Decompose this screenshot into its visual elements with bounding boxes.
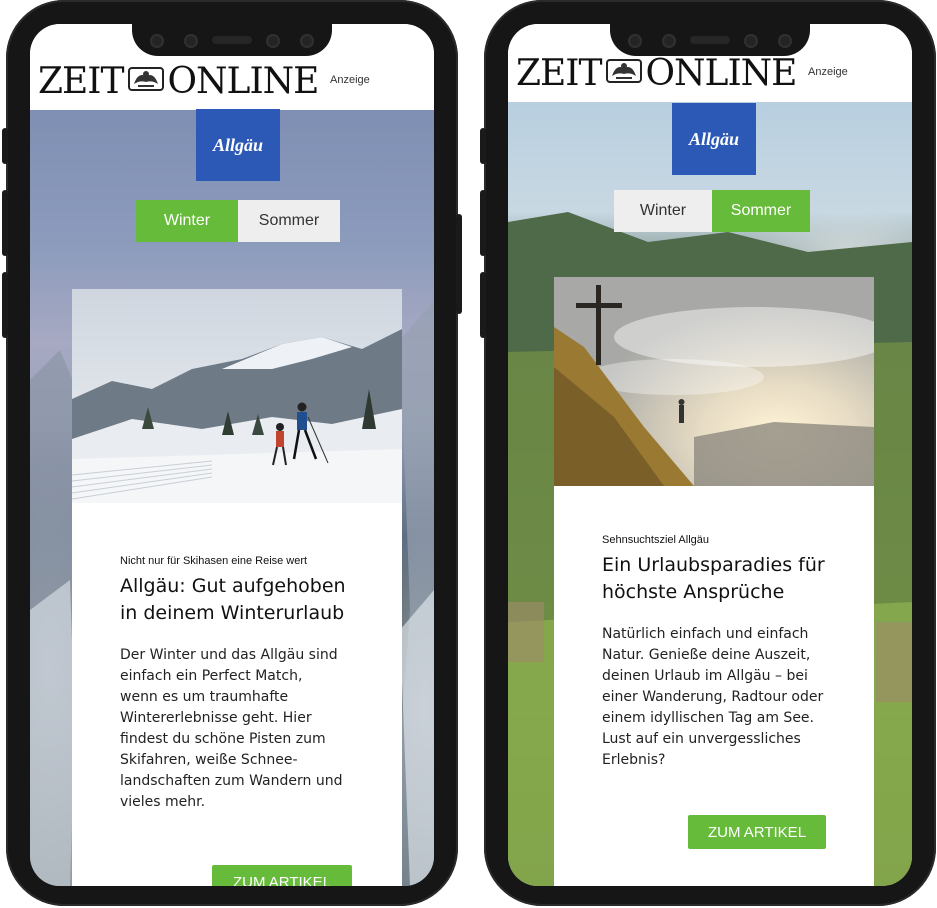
eagle-crest-icon [605,59,642,83]
teaser-line: Skifahren, weiße Schnee- [120,752,298,768]
article-kicker: Sehnsuchtsziel Allgäu [602,534,710,546]
teaser-line: einer Wanderung, Radtour oder [602,689,824,705]
teaser-line: einfach ein Perfect Match, [120,668,303,684]
eagle-crest-icon [127,67,164,91]
teaser-line: deinen Urlaub im Allgäu – bei [602,668,808,684]
teaser-line: Wintererlebnisse geht. Hier [120,710,312,726]
brand-name: Allgäu [212,134,264,155]
logo-word-zeit: ZEIT [38,61,125,102]
allgaeu-brand-logo[interactable]: Allgäu [196,109,280,181]
headline-line-2: höchste Ansprüche [602,581,785,603]
toggle-summer-button[interactable]: Sommer [238,200,340,242]
phone-notch [132,24,332,56]
ad-label: Anzeige [330,74,370,86]
allgaeu-brand-logo[interactable]: Allgäu [672,103,756,175]
headline-line-2: in deinem Winterurlaub [120,602,345,624]
teaser-line: Der Winter und das Allgäu sind [120,647,338,663]
teaser-line: wenn es um traumhafte [120,689,289,705]
logo-word-online: ONLINE [645,53,798,94]
ad-label: Anzeige [808,66,848,78]
winter-photo [72,289,402,503]
teaser-line: vieles mehr. [120,794,206,810]
volume-up-button [2,190,8,256]
article-teaser: Der Winter und das Allgäu sind einfach e… [120,645,362,813]
volume-down-button [2,272,8,338]
brand-name: Allgäu [688,128,740,149]
phone-screen: ZEIT ONLINE Anzeige Allgäu Winter Sommer… [508,24,912,886]
season-toggle: Winter Sommer [614,190,810,232]
article-image-summit-cross[interactable] [554,277,874,486]
toggle-winter-button[interactable]: Winter [136,200,238,242]
headline-line-1: Ein Urlaubsparadies für [602,554,825,576]
teaser-line: einem idyllischen Tag am See. [602,710,814,726]
teaser-line: Lust auf ein unvergessliches [602,731,801,747]
logo-word-zeit: ZEIT [516,53,603,94]
teaser-line: Natur. Genieße deine Auszeit, [602,647,811,663]
article-image-cross-country-skiers[interactable] [72,289,402,503]
teaser-line: Natürlich einfach und einfach [602,626,809,642]
power-button [456,214,462,314]
toggle-winter-button[interactable]: Winter [614,190,712,232]
toggle-summer-button[interactable]: Sommer [712,190,810,232]
phone-screen: ZEIT ONLINE Anzeige Allgäu Winter Sommer… [30,24,434,886]
volume-down-button [480,272,486,338]
article-text: Nicht nur für Skihasen eine Reise wert A… [120,555,362,813]
phone-notch [610,24,810,56]
read-article-button[interactable]: ZUM ARTIKEL [212,865,352,886]
article-headline[interactable]: Ein Urlaubsparadies für höchste Ansprüch… [602,552,840,606]
logo-word-online: ONLINE [167,61,320,102]
season-toggle: Winter Sommer [136,200,340,242]
summer-photo [554,277,874,486]
article-card: Sehnsuchtsziel Allgäu Ein Urlaubsparadie… [554,277,874,886]
volume-up-button [480,190,486,256]
phone-frame-left: ZEIT ONLINE Anzeige Allgäu Winter Sommer… [2,0,462,906]
article-card: Nicht nur für Skihasen eine Reise wert A… [72,289,402,886]
article-headline[interactable]: Allgäu: Gut aufgehoben in deinem Winteru… [120,573,362,627]
article-text: Sehnsuchtsziel Allgäu Ein Urlaubsparadie… [602,534,840,771]
article-kicker: Nicht nur für Skihasen eine Reise wert [120,555,308,567]
headline-line-1: Allgäu: Gut aufgehoben [120,575,346,597]
zeit-online-logo[interactable]: ZEIT ONLINE [38,61,320,102]
teaser-line: landschaften zum Wandern und [120,773,343,789]
zeit-online-logo[interactable]: ZEIT ONLINE [516,53,798,94]
teaser-line: findest du schöne Pisten zum [120,731,326,747]
mute-switch [2,128,8,164]
teaser-line: Erlebnis? [602,752,666,768]
read-article-button[interactable]: ZUM ARTIKEL [688,815,826,849]
mute-switch [480,128,486,164]
article-teaser: Natürlich einfach und einfach Natur. Gen… [602,624,840,771]
phone-frame-right: ZEIT ONLINE Anzeige Allgäu Winter Sommer… [480,0,936,906]
